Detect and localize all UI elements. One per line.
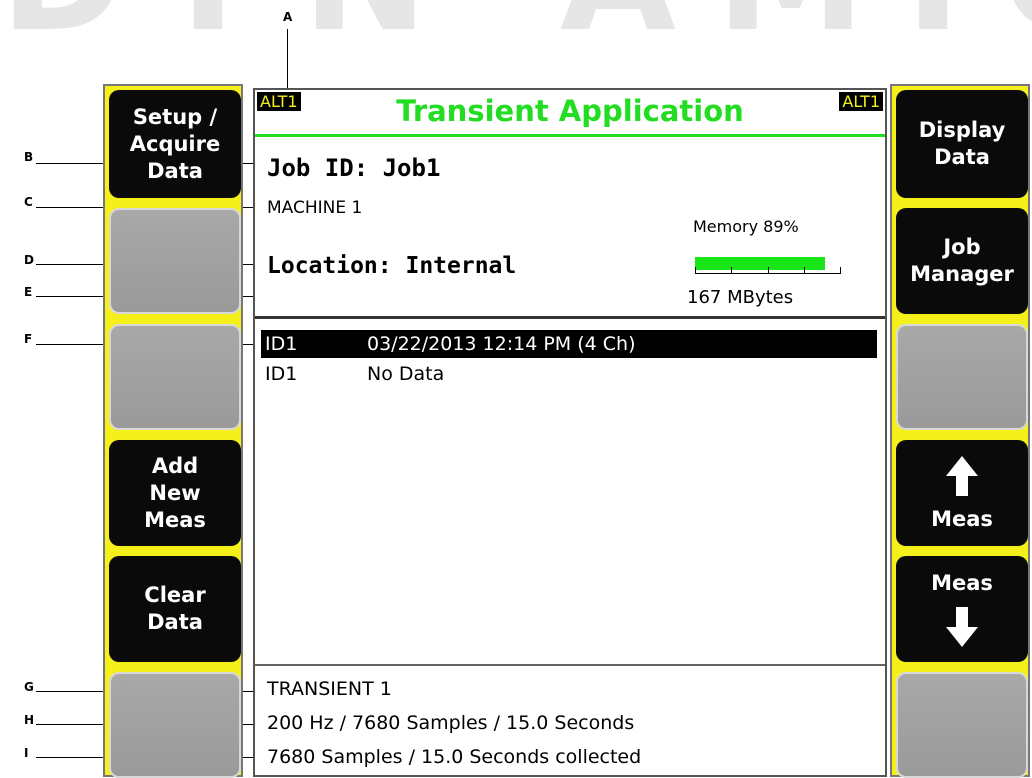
add-new-meas-button[interactable]: Add New Meas xyxy=(109,440,241,546)
job-id-text: Job ID: Job1 xyxy=(267,154,441,182)
callout-f: F xyxy=(24,332,33,346)
footer-divider xyxy=(255,664,885,666)
callout-h: H xyxy=(24,713,35,727)
job-manager-label-line-2: Manager xyxy=(910,262,1014,286)
measurement-info: No Data xyxy=(367,363,445,385)
display-data-label-line-1: Display xyxy=(918,118,1006,142)
setup-acquire-label-line-1: Setup / xyxy=(132,104,218,129)
callout-i: I xyxy=(24,746,29,760)
memory-bar-tick xyxy=(731,267,732,273)
display-data-button[interactable]: Display Data xyxy=(896,90,1028,198)
measurement-id: ID1 xyxy=(265,333,298,355)
location-text: Location: Internal xyxy=(267,253,517,279)
left-softkey-blank-6[interactable] xyxy=(109,672,241,778)
right-softkey-blank-6[interactable] xyxy=(896,672,1028,778)
memory-bar-fill xyxy=(695,257,825,270)
title-divider xyxy=(255,134,885,137)
memory-bar-tick xyxy=(804,267,805,273)
left-softkey-blank-2[interactable] xyxy=(109,208,241,314)
measurement-id: ID1 xyxy=(265,363,298,385)
job-manager-label-line-1: Job xyxy=(943,235,981,259)
callout-g: G xyxy=(24,680,34,694)
app-title: Transient Application xyxy=(396,94,744,128)
callout-b: B xyxy=(24,150,34,164)
callout-a: A xyxy=(283,10,293,24)
memory-bar xyxy=(695,254,841,274)
left-softkey-column: Setup / Acquire Data Add New Meas Clear … xyxy=(103,84,243,778)
meas-up-button[interactable]: Meas xyxy=(896,440,1028,546)
callout-e: E xyxy=(24,285,33,299)
setup-status-text: 7680 Samples / 15.0 Seconds collected xyxy=(267,746,642,768)
arrow-down-icon xyxy=(946,606,978,647)
meas-down-label: Meas xyxy=(931,570,993,595)
add-new-meas-label-line-3: Meas xyxy=(144,507,206,532)
machine-name-text: MACHINE 1 xyxy=(267,198,363,218)
setup-acquire-label-line-2: Acquire xyxy=(129,131,221,156)
memory-bar-tick xyxy=(768,267,769,273)
meas-up-label: Meas xyxy=(931,506,993,531)
header-divider xyxy=(255,316,885,319)
setup-name-text: TRANSIENT 1 xyxy=(267,678,392,700)
callout-a-leader xyxy=(287,29,288,92)
measurement-row-selected[interactable]: ID1 03/22/2013 12:14 PM (4 Ch) xyxy=(261,330,877,358)
right-softkey-column: Display Data Job Manager Meas Meas xyxy=(890,84,1030,778)
setup-params-text: 200 Hz / 7680 Samples / 15.0 Seconds xyxy=(267,712,635,734)
arrow-up-icon xyxy=(946,455,978,496)
setup-acquire-label-line-3: Data xyxy=(147,158,203,183)
job-manager-button[interactable]: Job Manager xyxy=(896,208,1028,314)
meas-down-button[interactable]: Meas xyxy=(896,556,1028,662)
add-new-meas-label-line-2: New xyxy=(149,480,201,505)
measurement-info: 03/22/2013 12:14 PM (4 Ch) xyxy=(367,333,636,355)
left-softkey-blank-3[interactable] xyxy=(109,324,241,430)
memory-size-text: 167 MBytes xyxy=(687,287,794,308)
memory-bar-tick xyxy=(840,267,841,273)
clear-data-label-line-2: Data xyxy=(147,610,203,634)
clear-data-button[interactable]: Clear Data xyxy=(109,556,241,662)
setup-acquire-data-button[interactable]: Setup / Acquire Data xyxy=(109,90,241,198)
display-data-label-line-2: Data xyxy=(934,145,990,169)
memory-bar-tick xyxy=(695,267,696,273)
right-softkey-blank-3[interactable] xyxy=(896,324,1028,430)
callout-d: D xyxy=(24,253,34,267)
memory-label: Memory 89% xyxy=(693,217,799,236)
callout-c: C xyxy=(24,195,33,209)
main-display-panel: ALT1 ALT1 Transient Application Job ID: … xyxy=(253,88,887,777)
add-new-meas-label-line-1: Add xyxy=(151,453,199,478)
clear-data-label-line-1: Clear xyxy=(144,583,206,607)
top-crop-watermark: DYN AMIC xyxy=(0,0,1032,48)
